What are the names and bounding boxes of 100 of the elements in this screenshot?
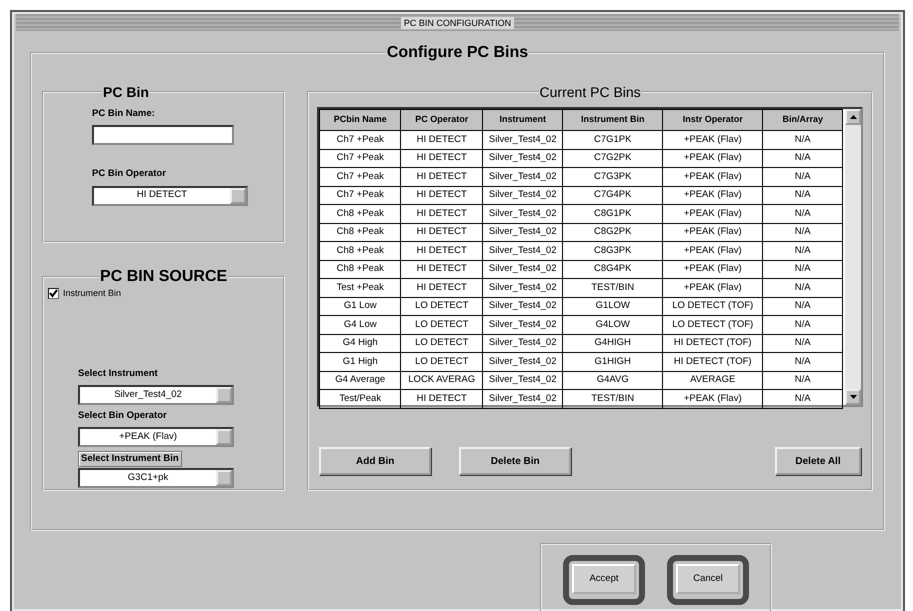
table-cell: C8G1PK (562, 204, 663, 223)
table-cell: Silver_Test4_02 (482, 204, 563, 223)
dialog-button[interactable]: Cancel (676, 564, 740, 594)
field-label: PC Bin Operator (92, 167, 167, 182)
table-cell: TEST/BIN (562, 278, 663, 297)
column-header[interactable]: PCbin Name (320, 110, 401, 130)
table-cell: G4 High (320, 334, 401, 352)
table-cell: N/A (762, 242, 843, 260)
table-cell: N/A (762, 130, 843, 149)
table-cell: HI DETECT (400, 168, 483, 186)
table-cell: N/A (762, 390, 843, 408)
scrollbar[interactable] (845, 109, 861, 405)
table-cell: C7G1PK (562, 130, 663, 149)
group-title: PC Bin (102, 85, 150, 99)
table-cell: HI DETECT (400, 242, 483, 260)
group-title: Current PC Bins (538, 85, 642, 99)
table-cell: HI DETECT (400, 278, 483, 297)
table-cell: +PEAK (Flav) (662, 223, 763, 242)
field-label: Select Instrument (78, 366, 159, 380)
dropdown-field[interactable]: Silver_Test4_02 (78, 384, 234, 405)
down-arrow-icon (850, 395, 856, 399)
table-cell: LOCK AVERAG (400, 371, 483, 390)
scroll-down-button[interactable] (845, 389, 861, 405)
table-cell: Test/Peak (320, 390, 401, 408)
table-cell: AVERAGE (662, 371, 763, 390)
table-cell: Silver_Test4_02 (482, 278, 563, 297)
table-cell: HI DETECT (TOF) (662, 352, 763, 371)
dropdown-field[interactable]: +PEAK (Flav) (78, 427, 234, 447)
checkbox-label: Instrument Bin (63, 287, 122, 300)
column-header[interactable]: PC Operator (400, 110, 483, 130)
group-title: Configure PC Bins (386, 45, 530, 61)
table-cell: LO DETECT (TOF) (662, 316, 763, 334)
column-header[interactable]: Instr Operator (662, 110, 763, 130)
table-cell: LO DETECT (400, 316, 483, 334)
table-cell: Silver_Test4_02 (482, 352, 563, 371)
table-cell: N/A (762, 334, 843, 352)
table-cell: TEST/BIN (562, 390, 663, 408)
checkbox[interactable] (48, 288, 59, 300)
dropdown-field[interactable]: HI DETECT (92, 186, 248, 206)
dropdown-button[interactable] (230, 188, 246, 204)
table-cell: Silver_Test4_02 (482, 297, 563, 316)
column-header[interactable]: Bin/Array (762, 110, 843, 130)
table-cell: Ch7 +Peak (320, 149, 401, 168)
table-cell: N/A (762, 186, 843, 204)
table-cell: G4 Low (320, 316, 401, 334)
scroll-up-button[interactable] (845, 109, 861, 125)
table-cell: +PEAK (Flav) (662, 278, 763, 297)
table-cell: Silver_Test4_02 (482, 130, 563, 149)
action-button[interactable]: Add Bin (319, 447, 432, 475)
field-label: Select Instrument Bin (78, 451, 182, 468)
table-cell: Ch7 +Peak (320, 186, 401, 204)
table-cell: HI DETECT (400, 149, 483, 168)
up-arrow-icon (850, 115, 856, 119)
table-cell: Silver_Test4_02 (482, 334, 563, 352)
table-cell: G4LOW (562, 316, 663, 334)
table-cell: N/A (762, 316, 843, 334)
dropdown-button[interactable] (216, 386, 232, 403)
table-cell: HI DETECT (400, 223, 483, 242)
table-cell: G1HIGH (562, 352, 663, 371)
table-cell: N/A (762, 204, 843, 223)
table-cell: LO DETECT (400, 334, 483, 352)
table-cell: LO DETECT (TOF) (662, 297, 763, 316)
action-button[interactable]: Delete Bin (459, 447, 572, 475)
table-cell: LO DETECT (400, 352, 483, 371)
table-cell: C7G2PK (562, 149, 663, 168)
table-cell: N/A (762, 149, 843, 168)
table-cell: +PEAK (Flav) (662, 149, 763, 168)
table-cell: C8G3PK (562, 242, 663, 260)
table-cell: HI DETECT (400, 390, 483, 408)
action-button[interactable]: Delete All (775, 447, 861, 475)
table-cell: +PEAK (Flav) (662, 168, 763, 186)
table-cell: C7G3PK (562, 168, 663, 186)
dropdown-field[interactable]: G3C1+pk (78, 468, 234, 488)
input-field[interactable] (92, 125, 234, 146)
table-cell: HI DETECT (400, 260, 483, 278)
table-cell: HI DETECT (TOF) (662, 334, 763, 352)
window-title: PC BIN CONFIGURATION (400, 16, 514, 28)
table-cell: Silver_Test4_02 (482, 223, 563, 242)
table-cell: N/A (762, 352, 843, 371)
table-cell: C7G4PK (562, 186, 663, 204)
table-cell: Ch7 +Peak (320, 168, 401, 186)
table-cell: Silver_Test4_02 (482, 260, 563, 278)
table-cell: G1LOW (562, 297, 663, 316)
table-cell: C8G2PK (562, 223, 663, 242)
field-label: PC Bin Name: (92, 107, 156, 121)
table-cell: G1 Low (320, 297, 401, 316)
column-header[interactable]: Instrument (482, 110, 563, 130)
column-header[interactable]: Instrument Bin (562, 110, 663, 130)
table-cell: G4HIGH (562, 334, 663, 352)
table-cell: +PEAK (Flav) (662, 186, 763, 204)
table-cell: +PEAK (Flav) (662, 242, 763, 260)
table-cell: G4AVG (562, 371, 663, 390)
table-cell: C8G4PK (562, 260, 663, 278)
checkmark-icon (49, 289, 58, 298)
table-cell: Silver_Test4_02 (482, 186, 563, 204)
table-cell: Silver_Test4_02 (482, 371, 563, 390)
dialog-button[interactable]: Accept (572, 564, 636, 594)
table-cell: Ch8 +Peak (320, 260, 401, 278)
table-cell: N/A (762, 168, 843, 186)
table-cell: Ch8 +Peak (320, 204, 401, 223)
